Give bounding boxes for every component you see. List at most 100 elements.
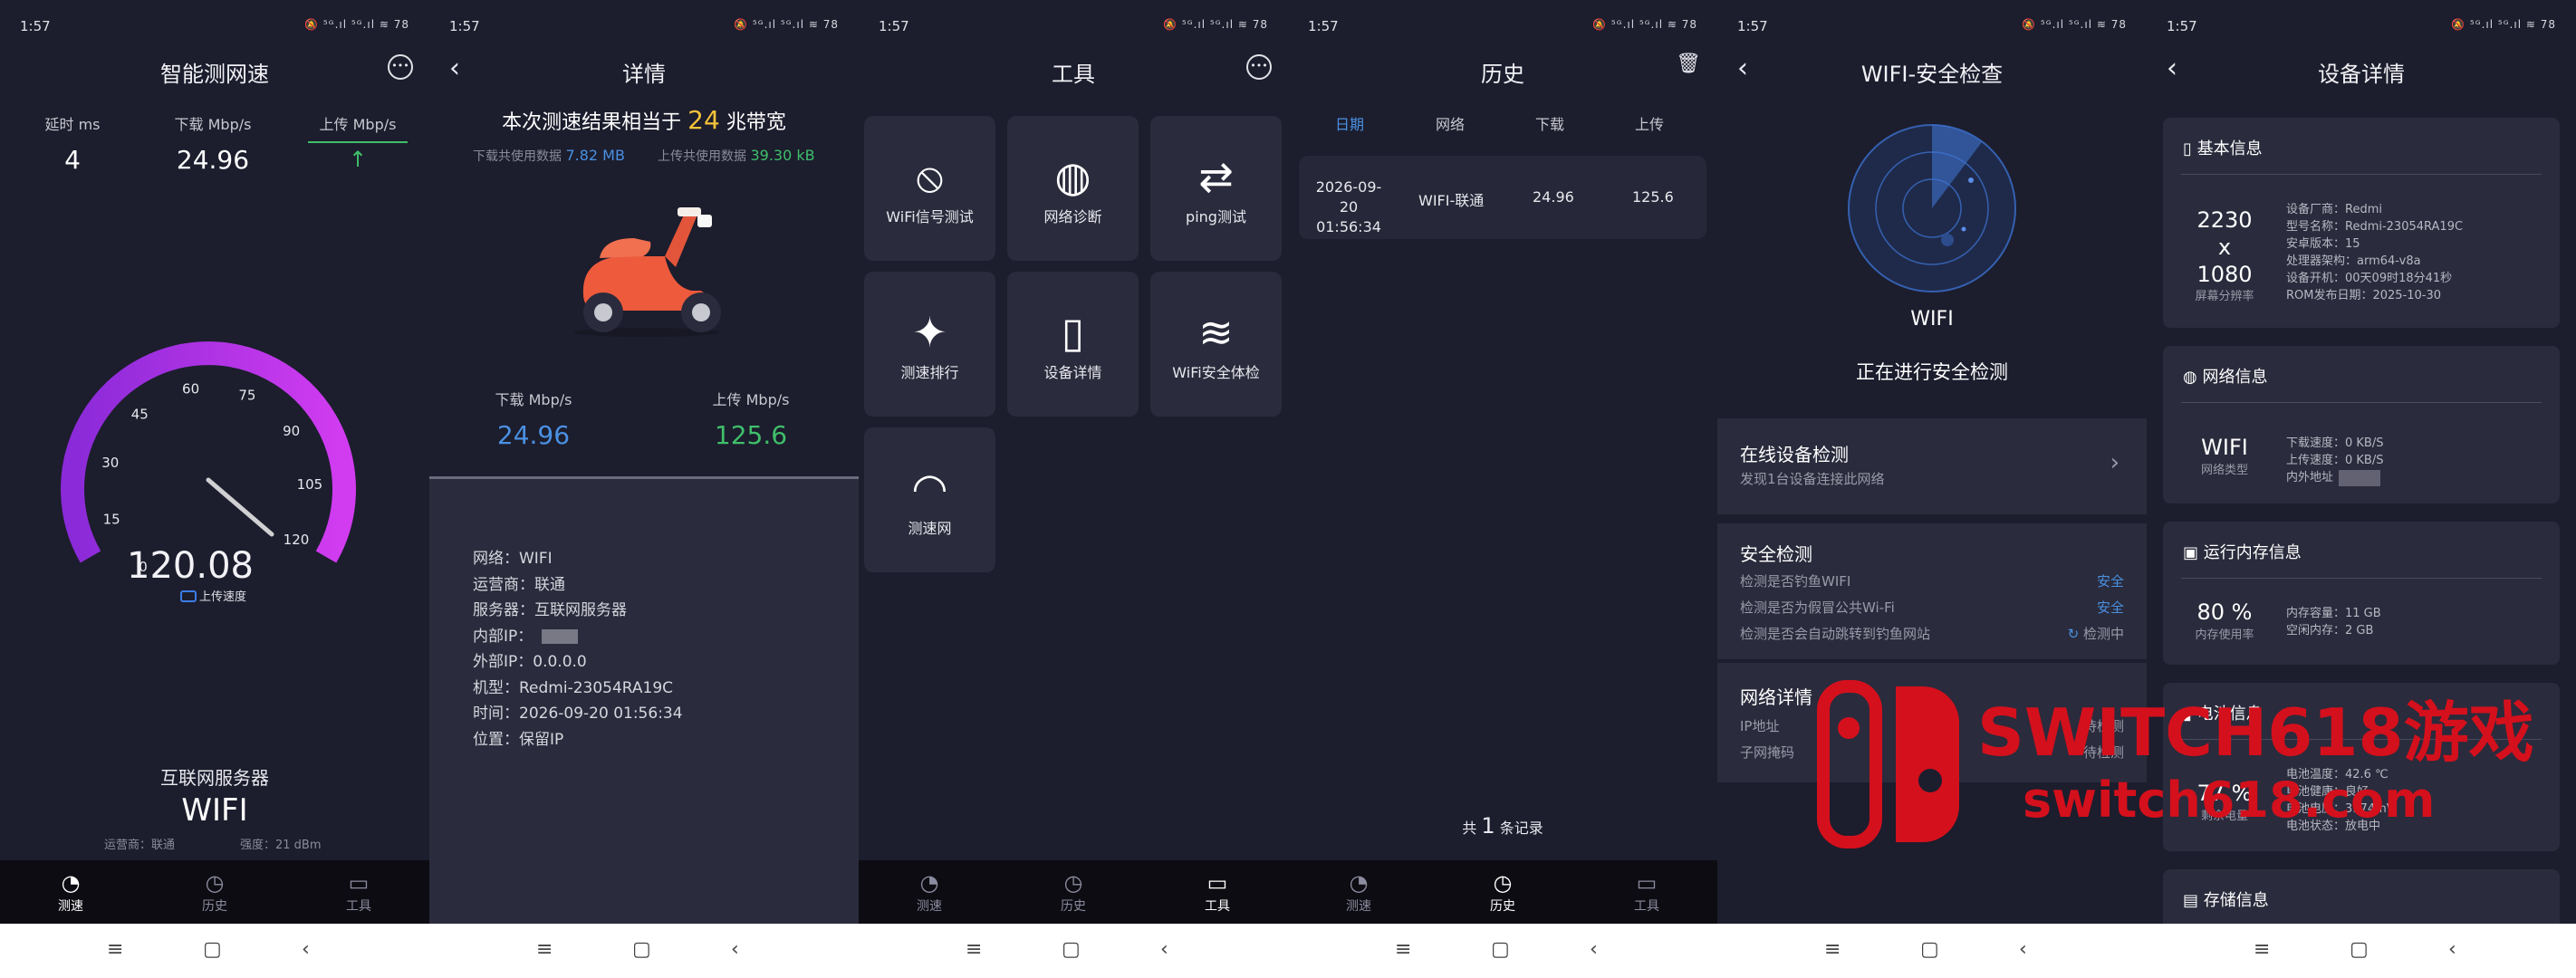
tool-label: ping测试: [1186, 208, 1246, 225]
screen-speedtest: 1:57 🔕 ⁵ᴳ.ıl ⁵ᴳ.ıl ≋ 78 智能测网速 ••• 延时 ms …: [0, 0, 429, 978]
memory-info-header: ▣ 运行内存信息: [2183, 540, 2302, 563]
page-title: 工具: [1052, 62, 1095, 87]
network-line: 下载速度：0 KB/S: [2286, 436, 2384, 450]
gauge-needle: [206, 477, 274, 537]
gauge-sub-label: 上传速度: [199, 590, 246, 604]
network-info-header: ◍ 网络信息: [2183, 364, 2267, 388]
clock-icon: ◷: [1063, 870, 1083, 896]
back-icon[interactable]: ‹: [302, 938, 310, 961]
recents-icon[interactable]: ≡: [536, 938, 553, 961]
memory-usage-block: 80 % 内存使用率: [2181, 599, 2268, 642]
recents-icon[interactable]: ≡: [1824, 938, 1841, 961]
status-icons: 🔕 ⁵ᴳ.ıl ⁵ᴳ.ıl ≋ 78: [2022, 18, 2127, 31]
download-block: 下载 Mbp/s 24.96: [163, 112, 263, 175]
speedometer-icon: ◔: [919, 870, 939, 896]
save-icon: ▤: [2183, 891, 2199, 910]
home-icon[interactable]: ▢: [203, 938, 222, 961]
download-label: 下载 Mbp/s: [174, 116, 252, 133]
basic-line: 型号名称：Redmi-23054RA19C: [2286, 220, 2464, 234]
nav-speed[interactable]: ◔ 测速: [893, 869, 966, 915]
status-bar: 1:57 🔕 ⁵ᴳ.ıl ⁵ᴳ.ıl ≋ 78: [2147, 0, 2576, 51]
check-result: 检测中: [2082, 626, 2124, 642]
nav-tools[interactable]: ▭ 工具: [1181, 869, 1254, 915]
nav-history-label: 历史: [202, 899, 227, 914]
battery-info-card: ▮ 电池信息 77 % 剩余电量 电池温度：42.6 ℃ 电池健康：良好 电池电…: [2163, 683, 2560, 851]
more-icon[interactable]: •••: [388, 54, 413, 80]
security-check-title: 安全检测: [1740, 543, 1812, 565]
back-icon[interactable]: ‹: [2448, 938, 2456, 961]
col-upload[interactable]: 上传: [1635, 112, 1664, 134]
nav-history[interactable]: ◷ 历史: [1037, 869, 1110, 915]
security-check-section: 安全检测 检测是否钓鱼WIFI 安全 检测是否为假冒公共Wi-Fi 安全 检测是否会…: [1717, 523, 2147, 659]
tool-wifi-signal[interactable]: ⦸ WiFi信号测试: [864, 116, 995, 261]
back-icon[interactable]: ‹: [2019, 938, 2027, 961]
back-icon[interactable]: ‹: [1590, 938, 1598, 961]
battery-icon: ▮: [2183, 705, 2192, 724]
wifi-lock-icon: ≋: [1198, 308, 1234, 357]
basic-line: 安卓版本：15: [2286, 237, 2360, 251]
tool-label: 网络诊断: [1043, 208, 1102, 225]
gauge-tick-label: 120: [284, 532, 310, 548]
online-devices-title: 在线设备检测: [1740, 444, 1849, 465]
nav-history[interactable]: ◷ 历史: [1466, 869, 1539, 915]
nav-tools[interactable]: ▭ 工具: [322, 869, 395, 915]
online-devices-section[interactable]: 在线设备检测 发现1台设备连接此网络 ›: [1717, 418, 2147, 514]
col-download[interactable]: 下载: [1535, 112, 1564, 134]
recents-icon[interactable]: ≡: [107, 938, 123, 961]
latency-block: 延时 ms 4: [36, 112, 109, 175]
back-icon[interactable]: ‹: [1160, 938, 1168, 961]
system-nav-bar: ≡ ▢ ‹: [429, 924, 859, 978]
tool-speed-site[interactable]: ◠ 测速网: [864, 427, 995, 572]
nav-speed-label: 测速: [58, 899, 83, 914]
detail-row: 子网掩码 待检测: [1740, 740, 2124, 766]
tool-network-diagnosis[interactable]: ◍ 网络诊断: [1007, 116, 1139, 261]
wifi-signal-icon: ⦸: [916, 152, 944, 201]
latency-value: 4: [64, 145, 81, 175]
nav-tools[interactable]: ▭ 工具: [1610, 869, 1683, 915]
screen-wifi-security: 1:57 🔕 ⁵ᴳ.ıl ⁵ᴳ.ıl ≋ 78 ‹ WIFI-安全检查 WIFI…: [1717, 0, 2147, 978]
back-icon[interactable]: ‹: [731, 938, 739, 961]
divider: [2181, 739, 2542, 740]
security-checks-list: 检测是否钓鱼WIFI 安全 检测是否为假冒公共Wi-Fi 安全 检测是否会自动跳转到…: [1740, 569, 2124, 647]
nav-speed-label: 测速: [1346, 899, 1371, 914]
col-network[interactable]: 网络: [1436, 112, 1465, 134]
redacted-ip: [542, 628, 579, 644]
nav-history[interactable]: ◷ 历史: [178, 869, 251, 915]
tool-label: 测速网: [908, 520, 952, 537]
nav-tools-label: 工具: [346, 899, 371, 914]
isp-text: 运营商：联通: [104, 839, 176, 852]
history-row[interactable]: 2026-09-20 01:56:34 WIFI-联通 24.96 125.6: [1299, 156, 1706, 239]
network-line: 内外地址: [2286, 469, 2383, 486]
detail-row: IP地址 待检测: [1740, 714, 2124, 740]
screen-details: 1:57 🔕 ⁵ᴳ.ıl ⁵ᴳ.ıl ≋ 78 ‹ 详情 本次测速结果相当于 2…: [429, 0, 859, 978]
resolution-height: 1080: [2196, 262, 2253, 287]
tool-wifi-security[interactable]: ≋ WiFi安全体检: [1150, 272, 1282, 417]
nav-speed[interactable]: ◔ 测速: [1322, 869, 1395, 915]
tool-device-details[interactable]: ▯ 设备详情: [1007, 272, 1139, 417]
home-icon[interactable]: ▢: [1491, 938, 1510, 961]
recents-icon[interactable]: ≡: [2254, 938, 2270, 961]
home-icon[interactable]: ▢: [1920, 938, 1939, 961]
nav-speed[interactable]: ◔ 测速: [34, 869, 107, 915]
info-internal-ip-label: 内部IP：: [473, 627, 533, 646]
battery-level-value: 77 %: [2196, 781, 2253, 806]
tool-speed-ranking[interactable]: ✦ 测速排行: [864, 272, 995, 417]
more-icon[interactable]: •••: [1246, 54, 1272, 80]
basic-line: 设备开机：00天09时18分41秒: [2286, 272, 2453, 285]
recents-icon[interactable]: ≡: [966, 938, 982, 961]
col-date[interactable]: 日期: [1335, 112, 1364, 134]
headline-number: 24: [687, 105, 720, 135]
refresh-icon: ↻: [2067, 626, 2080, 642]
home-icon[interactable]: ▢: [1062, 938, 1081, 961]
divider: [2181, 402, 2542, 403]
tool-ping[interactable]: ⇄ ping测试: [1150, 116, 1282, 261]
recents-icon[interactable]: ≡: [1395, 938, 1411, 961]
ip-label: IP地址: [1740, 718, 1780, 734]
title-bar: ‹ 设备详情: [2147, 51, 2576, 91]
speedometer-icon: ◔: [1349, 870, 1369, 896]
speed-gauge: 015304560 7590105120 120.08 上传速度: [61, 341, 356, 604]
trash-icon[interactable]: 🗑: [1676, 53, 1701, 75]
status-bar: 1:57 🔕 ⁵ᴳ.ıl ⁵ᴳ.ıl ≋ 78: [429, 0, 859, 51]
home-icon[interactable]: ▢: [632, 938, 651, 961]
home-icon[interactable]: ▢: [2350, 938, 2369, 961]
